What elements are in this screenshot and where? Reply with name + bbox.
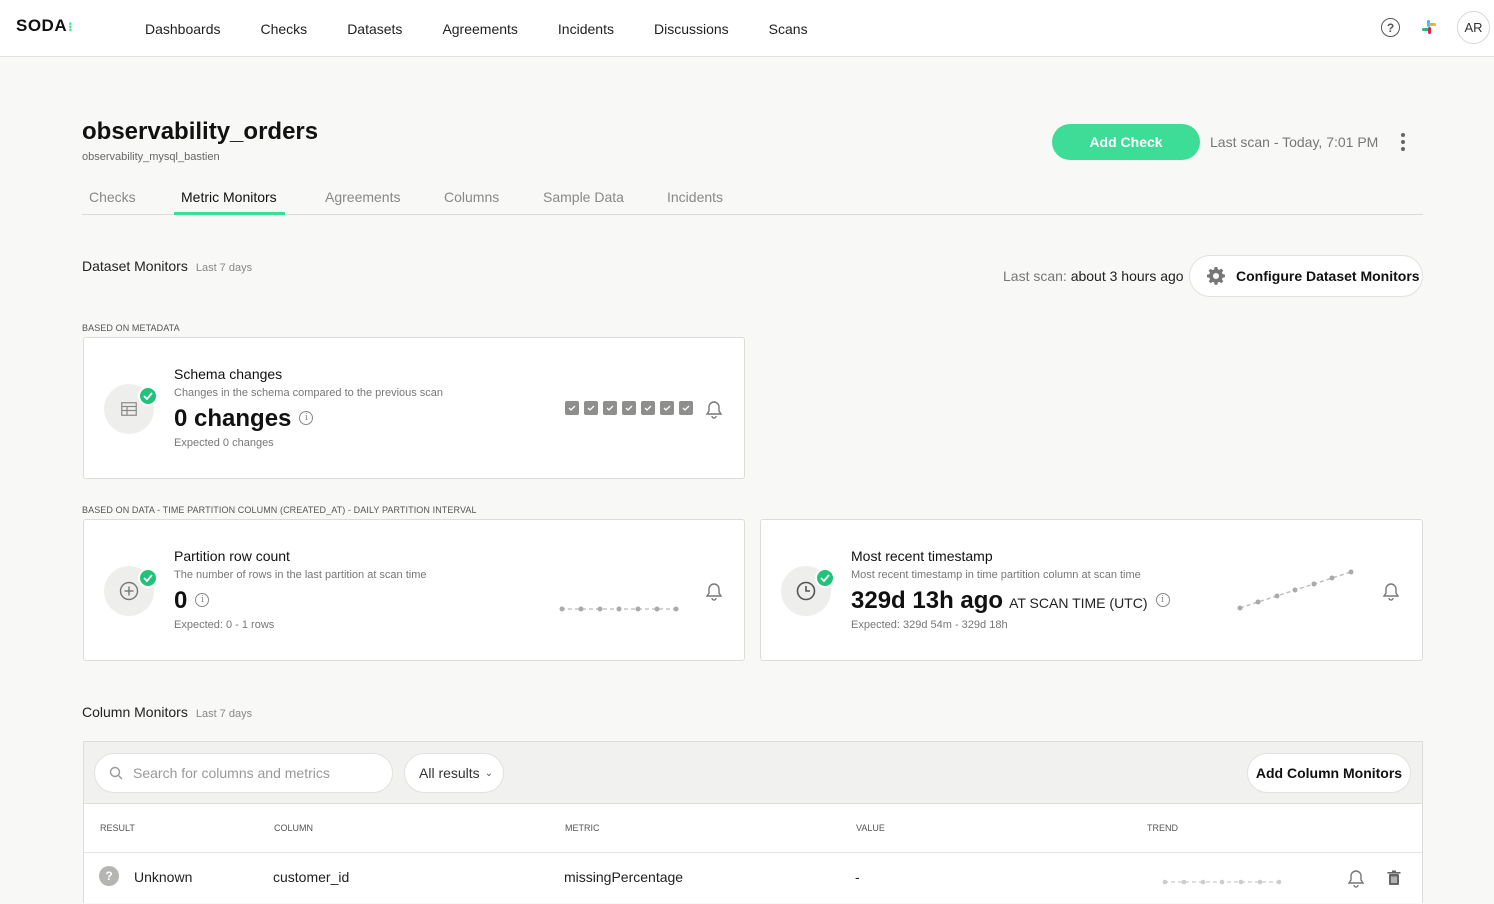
search-icon (109, 766, 123, 780)
search-input[interactable] (133, 765, 373, 781)
tab-columns[interactable]: Columns (444, 189, 499, 205)
nav-agreements[interactable]: Agreements (442, 21, 517, 37)
slack-icon[interactable] (1421, 19, 1437, 35)
chevron-down-icon: ⌄ (484, 767, 494, 779)
tab-sample-data[interactable]: Sample Data (543, 189, 624, 205)
row-value: - (855, 869, 860, 885)
tab-metric-monitors[interactable]: Metric Monitors (181, 189, 277, 205)
datasource-name[interactable]: observability_mysql_bastien (82, 151, 220, 163)
history-square[interactable] (622, 401, 636, 415)
schema-changes-expected: Expected 0 changes (174, 437, 274, 449)
metadata-group-label: BASED ON METADATA (82, 323, 180, 333)
bell-icon[interactable] (1382, 582, 1400, 602)
header-metric[interactable]: METRIC (565, 823, 600, 833)
info-icon[interactable]: i (299, 410, 314, 425)
history-square[interactable] (565, 401, 579, 415)
configure-dataset-monitors-button[interactable]: Configure Dataset Monitors (1189, 255, 1423, 297)
gear-icon (1207, 267, 1225, 285)
dataset-tabs: Checks Metric Monitors Agreements Column… (82, 184, 1423, 215)
trash-icon[interactable] (1387, 870, 1401, 886)
history-square[interactable] (584, 401, 598, 415)
history-square[interactable] (660, 401, 674, 415)
timestamp-description: Most recent timestamp in time partition … (851, 569, 1141, 581)
partition-row-count-card[interactable]: Partition row count The number of rows i… (83, 519, 745, 661)
more-options-icon[interactable] (1396, 133, 1410, 151)
info-icon[interactable]: i (195, 592, 210, 607)
tab-agreements[interactable]: Agreements (325, 189, 400, 205)
unknown-status-icon: ? (99, 866, 119, 886)
row-count-sparkline[interactable] (559, 604, 679, 614)
dataset-monitors-heading: Dataset Monitors Last 7 days (82, 258, 253, 274)
nav-dashboards[interactable]: Dashboards (145, 21, 221, 37)
bell-icon[interactable] (705, 582, 723, 602)
row-metric: missingPercentage (564, 869, 684, 885)
search-box[interactable] (94, 753, 393, 793)
nav-checks[interactable]: Checks (261, 21, 308, 37)
page-title: observability_orders (82, 118, 319, 145)
timestamp-value: 329d 13h ago AT SCAN TIME (UTC) i (851, 587, 1170, 615)
table-header: RESULT COLUMN METRIC VALUE TREND (84, 804, 1422, 853)
timestamp-expected: Expected: 329d 54m - 329d 18h (851, 619, 1008, 631)
help-icon[interactable]: ? (1381, 18, 1400, 37)
tab-checks[interactable]: Checks (89, 189, 136, 205)
most-recent-timestamp-card[interactable]: Most recent timestamp Most recent timest… (760, 519, 1423, 661)
last-scan-time: Last scan - Today, 7:01 PM (1210, 134, 1379, 150)
soda-logo[interactable]: SODA⁝ (16, 16, 73, 36)
history-square[interactable] (679, 401, 693, 415)
schema-changes-description: Changes in the schema compared to the pr… (174, 387, 444, 399)
history-square[interactable] (603, 401, 617, 415)
nav-scans[interactable]: Scans (769, 21, 808, 37)
timestamp-value-suffix: AT SCAN TIME (UTC) (1009, 595, 1148, 611)
table-row[interactable]: ? Unknown customer_id missingPercentage … (84, 854, 1422, 904)
bell-icon[interactable] (705, 400, 723, 420)
dataset-monitors-period: Last 7 days (195, 262, 253, 274)
column-monitors-table: All results⌄ Add Column Monitors RESULT … (83, 741, 1423, 903)
result-filter-dropdown[interactable]: All results ⌄ (404, 753, 504, 793)
schema-changes-title: Schema changes (174, 366, 283, 382)
nav-datasets[interactable]: Datasets (347, 21, 402, 37)
header-column[interactable]: COLUMN (274, 823, 313, 833)
info-icon[interactable]: i (1155, 592, 1170, 607)
row-result: Unknown (134, 869, 193, 885)
schema-changes-card[interactable]: Schema changes Changes in the schema com… (83, 337, 745, 479)
row-count-expected: Expected: 0 - 1 rows (174, 619, 275, 631)
header-trend[interactable]: TREND (1147, 823, 1178, 833)
column-monitors-period: Last 7 days (195, 708, 253, 720)
data-group-label: BASED ON DATA - TIME PARTITION COLUMN (C… (82, 505, 477, 515)
column-monitors-toolbar: All results⌄ Add Column Monitors (84, 742, 1422, 804)
top-navigation-bar: SODA⁝ Dashboards Checks Datasets Agreeme… (0, 0, 1494, 57)
main-nav: Dashboards Checks Datasets Agreements In… (145, 0, 848, 57)
schema-changes-value: 0 changes i (174, 405, 314, 433)
row-trend-sparkline[interactable] (1162, 878, 1282, 886)
pass-check-icon (138, 386, 158, 406)
row-count-description: The number of rows in the last partition… (174, 569, 427, 581)
pass-check-icon (815, 568, 835, 588)
add-column-monitors-button[interactable]: Add Column Monitors (1247, 753, 1411, 793)
timestamp-sparkline[interactable] (1237, 567, 1357, 613)
pass-check-icon (138, 568, 158, 588)
header-result[interactable]: RESULT (100, 823, 135, 833)
row-column: customer_id (273, 869, 350, 885)
history-square[interactable] (641, 401, 655, 415)
nav-discussions[interactable]: Discussions (654, 21, 729, 37)
add-check-button[interactable]: Add Check (1052, 124, 1200, 160)
user-avatar[interactable]: AR (1457, 11, 1490, 44)
column-monitors-heading: Column Monitors Last 7 days (82, 704, 253, 720)
monitors-last-scan: Last scan: about 3 hours ago (1003, 268, 1184, 284)
active-tab-indicator (174, 212, 285, 215)
timestamp-title: Most recent timestamp (851, 548, 993, 564)
row-count-value: 0i (174, 587, 210, 615)
bell-icon[interactable] (1347, 869, 1365, 889)
nav-incidents[interactable]: Incidents (558, 21, 614, 37)
row-count-title: Partition row count (174, 548, 290, 564)
tab-incidents[interactable]: Incidents (667, 189, 723, 205)
header-value[interactable]: VALUE (856, 823, 885, 833)
schema-history-squares (565, 401, 698, 415)
